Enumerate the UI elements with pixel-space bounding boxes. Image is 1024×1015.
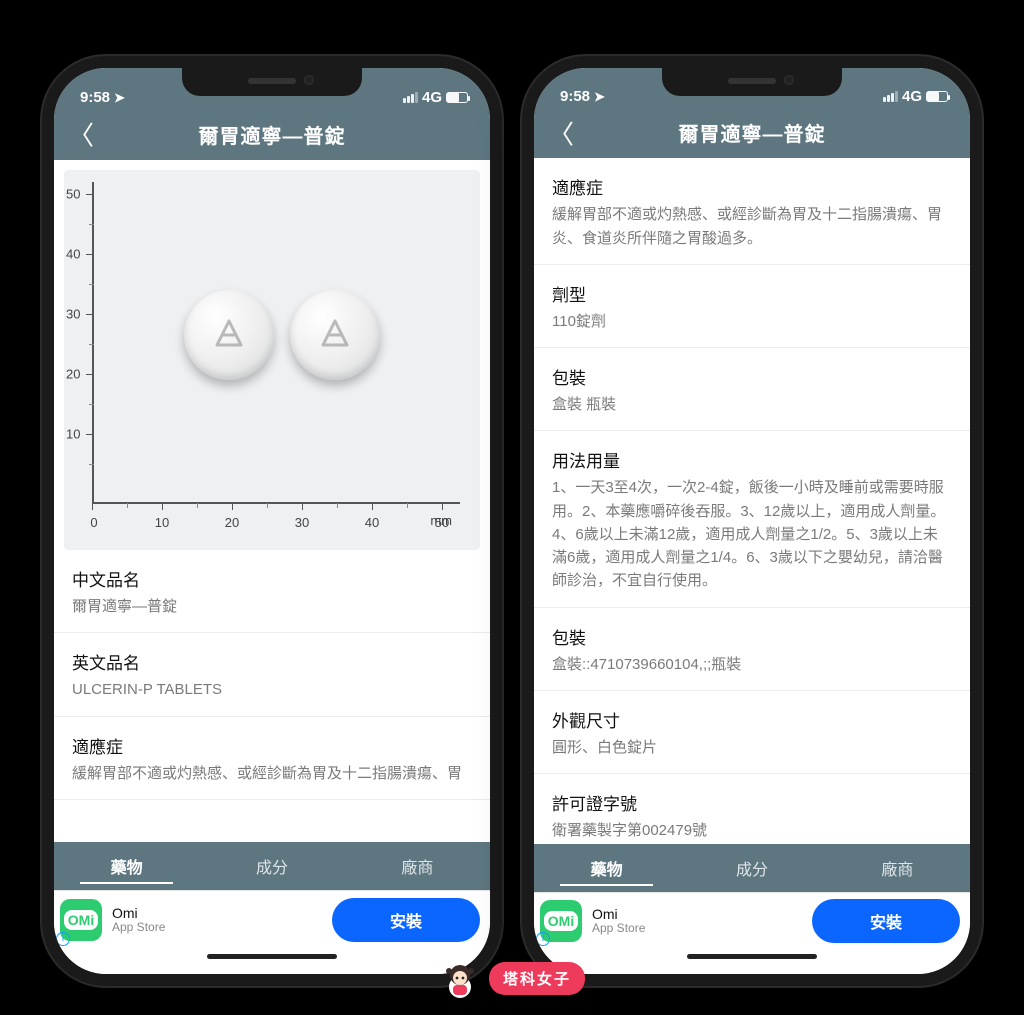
section-license: 許可證字號 衛署藥製字第002479號 xyxy=(534,774,970,844)
section-label: 許可證字號 xyxy=(552,790,952,815)
home-indicator[interactable] xyxy=(534,948,970,974)
screen-right: 9:58 ➤ 4G 〈 爾胃適寧—普錠 適應症 緩解胃部不適或灼熱感、或經診斷為… xyxy=(534,68,970,974)
ad-app-name: Omi xyxy=(592,906,645,922)
section-usage: 用法用量 1、一天3至4次，一次2-4錠，飯後一小時及睡前或需要時服用。2、本藥… xyxy=(534,431,970,607)
section-cn-name: 中文品名 爾胃適寧—普錠 xyxy=(54,550,490,633)
status-time: 9:58 xyxy=(80,89,110,106)
bottom-tabs: 藥物 成分 廠商 xyxy=(54,842,490,890)
section-value: 爾胃適寧—普錠 xyxy=(72,595,472,618)
nav-bar: 〈 爾胃適寧—普錠 xyxy=(54,108,490,160)
section-en-name: 英文品名 ULCERIN-P TABLETS xyxy=(54,633,490,716)
signal-icon xyxy=(403,92,418,103)
tab-drug[interactable]: 藥物 xyxy=(534,844,679,891)
tab-vendor[interactable]: 廠商 xyxy=(345,842,490,890)
network-label: 4G xyxy=(422,89,442,106)
section-label: 包裝 xyxy=(552,364,952,389)
back-button[interactable]: 〈 xyxy=(548,114,575,151)
notch xyxy=(662,68,842,96)
section-value: ULCERIN-P TABLETS xyxy=(72,678,472,701)
phone-frame-left: 9:58 ➤ 4G 〈 爾胃適寧—普錠 50 xyxy=(42,56,502,986)
location-icon: ➤ xyxy=(594,89,605,105)
tab-ingredient[interactable]: 成分 xyxy=(679,844,824,891)
section-label: 適應症 xyxy=(552,174,952,199)
section-value: 盒裝::4710739660104,;;瓶裝 xyxy=(552,653,952,676)
section-label: 外觀尺寸 xyxy=(552,707,952,732)
drug-image: 50 40 30 20 10 0 10 20 30 40 50 xyxy=(64,170,480,550)
back-button[interactable]: 〈 xyxy=(68,116,95,153)
phone-frame-right: 9:58 ➤ 4G 〈 爾胃適寧—普錠 適應症 緩解胃部不適或灼熱感、或經診斷為… xyxy=(522,56,982,986)
ad-info-icon[interactable]: i xyxy=(536,932,550,946)
network-label: 4G xyxy=(902,88,922,105)
section-indication: 適應症 緩解胃部不適或灼熱感、或經診斷為胃及十二指腸潰瘍、胃 xyxy=(54,717,490,800)
section-label: 英文品名 xyxy=(72,649,472,674)
watermark-icon xyxy=(439,957,481,999)
screen-left: 9:58 ➤ 4G 〈 爾胃適寧—普錠 50 xyxy=(54,68,490,974)
ad-install-button[interactable]: 安裝 xyxy=(812,899,960,943)
section-value: 緩解胃部不適或灼熱感、或經診斷為胃及十二指腸潰瘍、胃炎、食道炎所伴隨之胃酸過多。 xyxy=(552,203,952,250)
section-value: 110錠劑 xyxy=(552,310,952,333)
bottom-tabs: 藥物 成分 廠商 xyxy=(534,844,970,891)
status-time: 9:58 xyxy=(560,88,590,105)
section-label: 包裝 xyxy=(552,624,952,649)
battery-icon xyxy=(926,91,948,102)
section-label: 中文品名 xyxy=(72,566,472,591)
signal-icon xyxy=(883,91,898,102)
section-indication: 適應症 緩解胃部不適或灼熱感、或經診斷為胃及十二指腸潰瘍、胃炎、食道炎所伴隨之胃… xyxy=(534,158,970,265)
tab-vendor[interactable]: 廠商 xyxy=(825,844,970,891)
section-value: 圓形、白色錠片 xyxy=(552,736,952,759)
notch xyxy=(182,68,362,96)
ad-app-name: Omi xyxy=(112,905,165,921)
tablet-photo xyxy=(184,290,274,380)
page-title: 爾胃適寧—普錠 xyxy=(679,118,826,147)
page-title: 爾胃適寧—普錠 xyxy=(199,120,346,149)
section-appearance: 外觀尺寸 圓形、白色錠片 xyxy=(534,691,970,774)
home-indicator[interactable] xyxy=(54,948,490,974)
ruler-unit: mm xyxy=(430,513,452,528)
watermark-label: 塔科女子 xyxy=(489,962,585,995)
section-package: 包裝 盒裝 瓶裝 xyxy=(534,348,970,431)
ad-store-label: App Store xyxy=(592,922,645,936)
section-value: 緩解胃部不適或灼熱感、或經診斷為胃及十二指腸潰瘍、胃 xyxy=(72,762,472,785)
tablet-photo xyxy=(290,290,380,380)
ad-install-button[interactable]: 安裝 xyxy=(332,898,480,942)
ad-banner[interactable]: OMi Omi App Store 安裝 i xyxy=(54,890,490,948)
nav-bar: 〈 爾胃適寧—普錠 xyxy=(534,107,970,158)
section-value: 1、一天3至4次，一次2-4錠，飯後一小時及睡前或需要時服用。2、本藥應嚼碎後吞… xyxy=(552,476,952,592)
ad-store-label: App Store xyxy=(112,921,165,935)
section-label: 用法用量 xyxy=(552,447,952,472)
section-value: 盒裝 瓶裝 xyxy=(552,393,952,416)
section-label: 劑型 xyxy=(552,281,952,306)
tab-drug[interactable]: 藥物 xyxy=(54,842,199,890)
tab-ingredient[interactable]: 成分 xyxy=(199,842,344,890)
content-area-right[interactable]: 適應症 緩解胃部不適或灼熱感、或經診斷為胃及十二指腸潰瘍、胃炎、食道炎所伴隨之胃… xyxy=(534,158,970,844)
content-area-left[interactable]: 50 40 30 20 10 0 10 20 30 40 50 xyxy=(54,160,490,842)
section-package-code: 包裝 盒裝::4710739660104,;;瓶裝 xyxy=(534,608,970,691)
section-label: 適應症 xyxy=(72,733,472,758)
section-value: 衛署藥製字第002479號 xyxy=(552,819,952,842)
battery-icon xyxy=(446,92,468,103)
ad-banner[interactable]: OMi Omi App Store 安裝 i xyxy=(534,892,970,949)
section-dosage-form: 劑型 110錠劑 xyxy=(534,265,970,348)
watermark: 塔科女子 xyxy=(439,957,585,999)
location-icon: ➤ xyxy=(114,90,125,106)
ad-info-icon[interactable]: i xyxy=(56,932,70,946)
